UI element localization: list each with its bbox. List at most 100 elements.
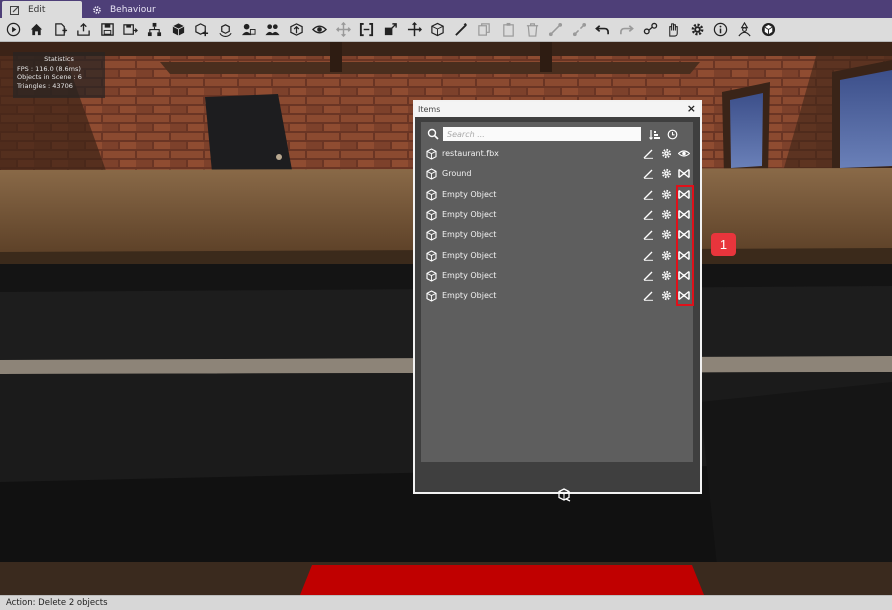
save-as-button[interactable] xyxy=(123,22,139,38)
triangles-readout: Triangles : 43706 xyxy=(17,81,73,90)
undo-button[interactable] xyxy=(595,22,611,38)
paste-button[interactable] xyxy=(500,22,516,38)
edit-icon[interactable] xyxy=(643,148,654,159)
search-icon xyxy=(427,128,439,140)
tab-behaviour[interactable]: Behaviour xyxy=(84,1,174,18)
save-as-icon xyxy=(123,24,139,35)
search-row xyxy=(421,125,693,142)
brackets-button[interactable] xyxy=(359,22,375,38)
unlink-button[interactable] xyxy=(571,22,587,38)
cube-rotate-icon xyxy=(219,24,232,37)
gear-icon[interactable] xyxy=(661,250,672,261)
item-name: Empty Object xyxy=(442,250,497,260)
info-icon xyxy=(714,22,728,37)
eye-icon xyxy=(312,25,328,34)
logo-button[interactable] xyxy=(760,22,776,38)
cube-up-icon xyxy=(289,23,303,36)
user-cube-button[interactable] xyxy=(241,22,257,38)
copy-icon xyxy=(478,23,491,36)
item-row[interactable]: Empty Object xyxy=(421,246,693,266)
add-page-button[interactable] xyxy=(52,22,68,38)
move-button[interactable] xyxy=(335,22,351,38)
search-input[interactable] xyxy=(443,127,641,141)
move-icon xyxy=(335,22,351,37)
gear-icon[interactable] xyxy=(661,229,672,240)
settings-button[interactable] xyxy=(689,22,705,38)
item-row[interactable]: restaurant.fbx xyxy=(421,144,693,164)
gear-icon[interactable] xyxy=(661,209,672,220)
item-row[interactable]: Empty Object xyxy=(421,266,693,286)
edit-icon[interactable] xyxy=(643,168,654,180)
import-icon xyxy=(77,22,91,36)
status-bar: Action: Delete 2 objects xyxy=(0,595,892,610)
edit-icon[interactable] xyxy=(643,189,654,200)
item-name: Ground xyxy=(442,169,472,179)
edit-icon[interactable] xyxy=(643,229,654,240)
wand-icon xyxy=(454,22,467,36)
items-list-panel: restaurant.fbx Ground Empty Object Empty Ob… xyxy=(421,122,693,502)
item-row[interactable]: Empty Object xyxy=(421,185,693,205)
hand-icon xyxy=(669,23,678,37)
item-row[interactable]: Empty Object xyxy=(421,286,693,306)
home-icon xyxy=(30,23,43,36)
sort-icon[interactable] xyxy=(649,129,660,140)
gear-icon[interactable] xyxy=(661,168,672,179)
cube-button[interactable] xyxy=(170,22,186,38)
trash-button[interactable] xyxy=(524,22,540,38)
link-button[interactable] xyxy=(548,22,564,38)
edit-icon xyxy=(10,5,19,15)
network-icon xyxy=(643,22,657,35)
visibility-column-highlight xyxy=(676,185,694,306)
item-name: restaurant.fbx xyxy=(442,149,499,158)
item-row[interactable]: Empty Object xyxy=(421,205,693,225)
import-button[interactable] xyxy=(76,22,92,38)
edit-icon[interactable] xyxy=(643,270,654,281)
redo-button[interactable] xyxy=(618,22,634,38)
scale-button[interactable] xyxy=(383,22,399,38)
tab-bar: Edit Behaviour xyxy=(0,0,892,18)
save-button[interactable] xyxy=(99,22,115,38)
item-row[interactable]: Empty Object xyxy=(421,225,693,245)
cube-up-button[interactable] xyxy=(288,22,304,38)
hand-button[interactable] xyxy=(666,22,682,38)
wand-button[interactable] xyxy=(453,22,469,38)
hidden-icon[interactable] xyxy=(678,168,690,179)
annotation-badge: 1 xyxy=(711,233,736,256)
clock-icon[interactable] xyxy=(667,129,678,140)
edit-icon[interactable] xyxy=(643,250,654,261)
hierarchy-icon xyxy=(148,22,162,37)
box-button[interactable] xyxy=(430,22,446,38)
person-button[interactable] xyxy=(736,22,752,38)
eye-button[interactable] xyxy=(312,22,328,38)
info-button[interactable] xyxy=(713,22,729,38)
copy-button[interactable] xyxy=(477,22,493,38)
close-icon[interactable]: × xyxy=(687,103,696,115)
gear-icon[interactable] xyxy=(661,148,672,159)
users-button[interactable] xyxy=(265,22,281,38)
gear-icon[interactable] xyxy=(661,290,672,301)
axis-button[interactable] xyxy=(406,22,422,38)
network-button[interactable] xyxy=(642,22,658,38)
edit-icon[interactable] xyxy=(643,290,654,301)
paste-icon xyxy=(503,22,514,37)
add-object-icon[interactable] xyxy=(557,488,571,502)
gear-icon[interactable] xyxy=(661,270,672,281)
redo-icon xyxy=(619,25,634,35)
home-button[interactable] xyxy=(29,22,45,38)
item-name: Empty Object xyxy=(442,270,497,280)
items-window-header[interactable]: Items × xyxy=(415,102,700,117)
tab-edit-label: Edit xyxy=(28,4,46,15)
cube-add-button[interactable] xyxy=(194,22,210,38)
tab-edit[interactable]: Edit xyxy=(2,1,82,18)
gear-icon xyxy=(93,5,101,14)
play-button[interactable] xyxy=(5,22,21,38)
trash-icon xyxy=(526,23,538,37)
item-row[interactable]: Ground xyxy=(421,164,693,184)
cube-icon xyxy=(426,148,437,160)
users-icon xyxy=(265,24,280,36)
gear-icon[interactable] xyxy=(661,189,672,200)
hierarchy-button[interactable] xyxy=(147,22,163,38)
eye-icon[interactable] xyxy=(678,148,690,159)
edit-icon[interactable] xyxy=(643,209,654,220)
cube-rotate-button[interactable] xyxy=(217,22,233,38)
